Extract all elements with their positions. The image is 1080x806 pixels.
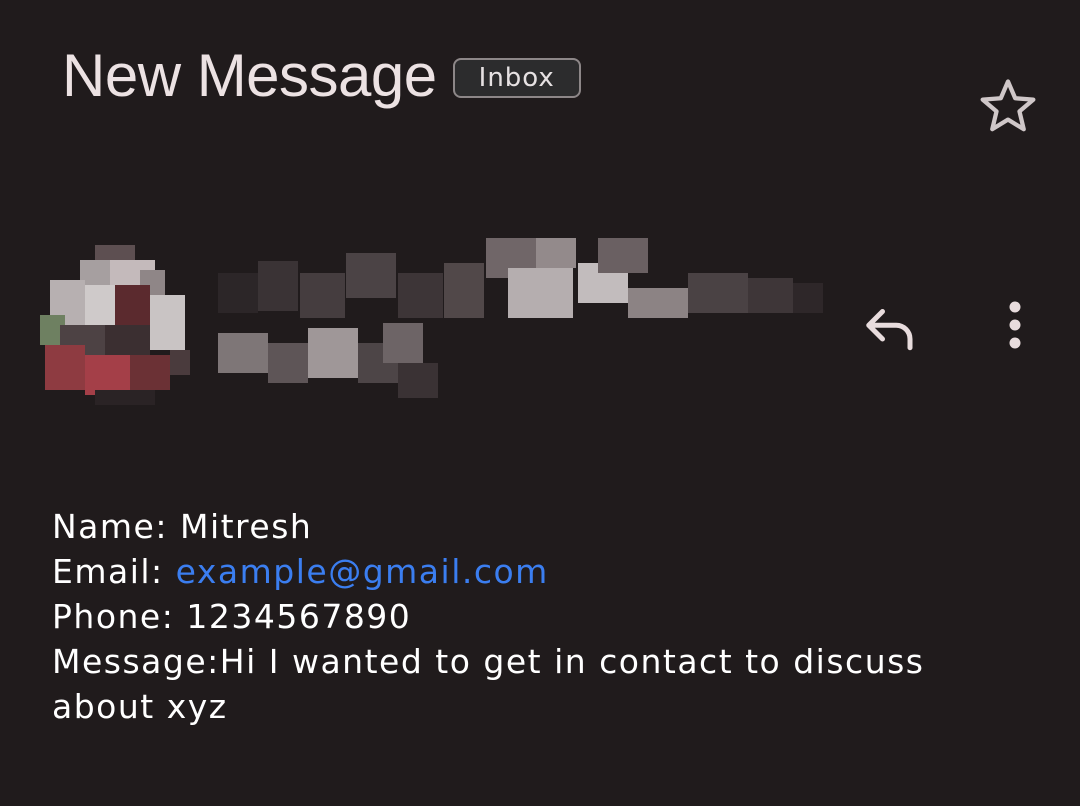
email-line: Email: example@gmail.com [52, 549, 952, 594]
name-value: Mitresh [179, 507, 313, 546]
avatar[interactable] [40, 225, 190, 405]
subject-row: New Message Inbox [62, 36, 581, 116]
email-label: Email: [52, 552, 176, 591]
name-line: Name: Mitresh [52, 504, 952, 549]
more-vertical-icon [1009, 301, 1021, 349]
more-options-button[interactable] [982, 287, 1048, 371]
star-button[interactable] [972, 70, 1044, 142]
phone-line: Phone: 1234567890 [52, 594, 952, 639]
reply-icon [866, 309, 913, 351]
name-label: Name: [52, 507, 180, 546]
phone-label: Phone: [52, 597, 187, 636]
sender-name-redacted [218, 233, 828, 405]
message-body: Name: Mitresh Email: example@gmail.com P… [52, 504, 952, 729]
reply-button[interactable] [848, 287, 932, 371]
phone-value: 1234567890 [186, 597, 412, 636]
inbox-label-chip[interactable]: Inbox [452, 58, 581, 98]
star-outline-icon [980, 79, 1036, 132]
subject-title: New Message [62, 42, 437, 109]
message-line: Message:Hi I wanted to get in contact to… [52, 639, 952, 729]
email-link[interactable]: example@gmail.com [176, 552, 549, 591]
email-detail-screen: New Message Inbox Name: Mitresh Email: e… [0, 0, 1080, 806]
message-label: Message: [52, 642, 220, 681]
sender-row [0, 215, 1080, 415]
